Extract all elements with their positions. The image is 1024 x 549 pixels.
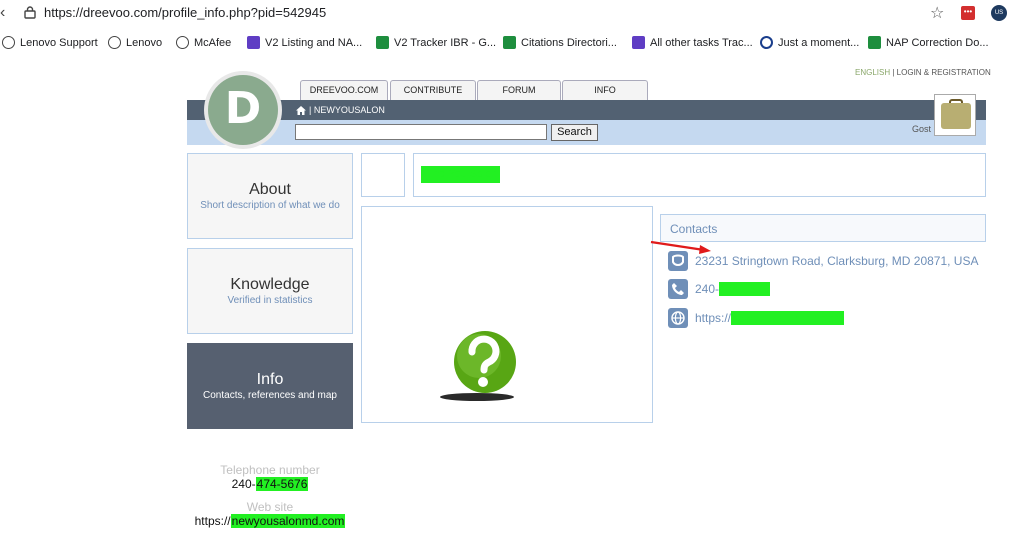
address-bar[interactable]: ‹ https://dreevoo.com/profile_info.php?p… [0,0,1024,28]
loading-icon [760,36,773,49]
contact-web-redacted[interactable]: newyousalonmd.com [731,311,844,325]
form-icon [632,36,645,49]
tab-contribute[interactable]: CONTRIBUTE [390,80,476,100]
phone-label: Telephone number [220,463,320,477]
location-icon [668,251,688,271]
contacts-heading: Contacts [670,222,718,236]
login-link[interactable]: LOGIN & REGISTRATION [897,68,991,77]
globe-icon [176,36,189,49]
tab-info[interactable]: INFO [562,80,648,100]
sidebar-item-title: About [249,181,291,198]
avatar[interactable] [934,94,976,136]
bookmark-item[interactable]: V2 Listing and NA... [247,36,362,49]
globe-icon [108,36,121,49]
phone-value: 240-474-5676 [187,477,353,491]
bookmark-item[interactable]: Lenovo Support [2,36,98,49]
phone-prefix: 240- [231,477,256,491]
tab-forum[interactable]: FORUM [477,80,561,100]
sidebar-item-title: Info [256,371,284,388]
url-text[interactable]: https://dreevoo.com/profile_info.php?pid… [44,5,326,20]
profile-extension-icon[interactable]: US [991,5,1007,21]
form-icon [247,36,260,49]
sheets-icon [503,36,516,49]
sidebar-item-knowledge[interactable]: Knowledge Verified in statistics [187,248,353,334]
bookmarks-bar: Lenovo Support Lenovo McAfee V2 Listing … [0,32,1024,54]
logo-letter[interactable]: D [208,75,278,145]
guest-label: Gost [912,124,932,134]
website-label: Web site [246,500,294,514]
sheets-icon [868,36,881,49]
bookmark-star-icon[interactable]: ☆ [930,3,944,23]
contact-phone-redacted[interactable]: 474-5676 [719,282,770,296]
contact-phone-prefix: 240- [695,282,720,296]
phone-highlight: 474-5676 [255,477,309,491]
contact-address-row: 23231 Stringtown Road, Clarksburg, MD 20… [668,251,978,271]
sheets-icon [376,36,389,49]
browser-chrome: ‹ https://dreevoo.com/profile_info.php?p… [0,0,1024,62]
search-input[interactable] [295,124,547,140]
contacts-header: Contacts [660,214,986,242]
bookmark-item[interactable]: McAfee [176,36,231,49]
globe-icon [668,308,688,328]
home-icon[interactable] [296,105,306,115]
globe-icon [2,36,15,49]
website-value: https://newyousalonmd.com [187,514,353,528]
profile-thumbnail [361,153,405,197]
tab-dreevoo[interactable]: DREEVOO.COM [300,80,388,100]
bookmark-item[interactable]: NAP Correction Do... [868,36,989,49]
website-highlight[interactable]: newyousalonmd.com [230,514,346,528]
contact-address[interactable]: 23231 Stringtown Road, Clarksburg, MD 20… [695,254,978,268]
phone-icon [668,279,688,299]
contact-phone-row: 240- 474-5676 [668,279,770,299]
sidebar-item-subtitle: Contacts, references and map [203,390,337,401]
back-icon[interactable]: ‹ [0,4,5,22]
contact-web-row: https:// newyousalonmd.com [668,308,844,328]
website-prefix: https:// [194,514,231,528]
question-mark-icon [440,331,516,401]
bookmark-item[interactable]: Just a moment... [760,36,859,49]
extension-icon[interactable]: ••• [961,6,975,20]
language-link[interactable]: ENGLISH [855,68,890,77]
top-links: ENGLISH | LOGIN & REGISTRATION [855,68,991,77]
bookmark-item[interactable]: Citations Directori... [503,36,617,49]
bookmark-item[interactable]: Lenovo [108,36,162,49]
sidebar-item-subtitle: Short description of what we do [200,200,340,211]
breadcrumb: | NEWYOUSALON [296,105,385,115]
sidebar-item-subtitle: Verified in statistics [227,295,313,306]
bookmark-item[interactable]: All other tasks Trac... [632,36,753,49]
profile-title: Find You Salon [421,166,500,183]
suitcase-icon [941,103,971,129]
sidebar-item-info[interactable]: Info Contacts, references and map [187,343,353,429]
sidebar-item-title: Knowledge [230,276,310,293]
sidebar-item-about[interactable]: About Short description of what we do [187,153,353,239]
breadcrumb-label[interactable]: | NEWYOUSALON [309,105,385,115]
search-button[interactable]: Search [551,124,598,141]
lock-icon[interactable] [24,6,36,19]
bookmark-item[interactable]: V2 Tracker IBR - G... [376,36,496,49]
contact-web-prefix: https:// [695,311,732,325]
